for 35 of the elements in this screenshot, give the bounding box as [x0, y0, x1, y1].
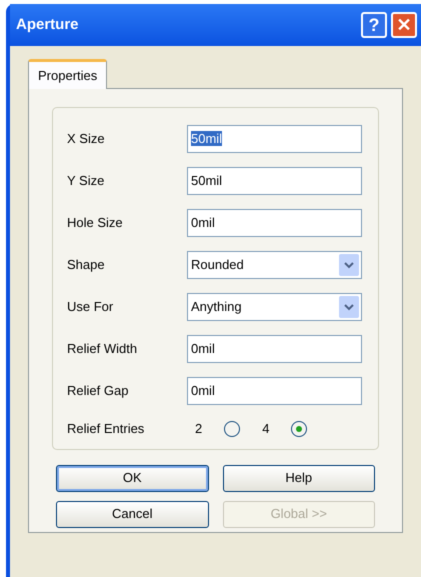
tab[interactable]: Properties [28, 59, 108, 89]
option-label: 4 [262, 420, 270, 438]
close-button[interactable]: ✕ [391, 12, 417, 38]
dialog-button[interactable]: Help [222, 464, 375, 492]
chevron-down-icon[interactable] [339, 296, 359, 318]
dialog-button[interactable]: OK [56, 464, 208, 492]
field-value: 50mil [191, 130, 224, 148]
dialog-button[interactable]: Cancel [56, 500, 208, 528]
input-field[interactable]: 0mil [187, 209, 362, 237]
dropdown[interactable]: Rounded [187, 251, 362, 279]
field-value: 50mil [191, 172, 224, 190]
field-value: 0mil [191, 340, 216, 358]
input-field[interactable]: 0mil [187, 377, 362, 405]
field-label: X Size [67, 130, 106, 148]
window-title: Aperture [16, 14, 79, 35]
help-button[interactable]: ? [361, 12, 387, 38]
field-value: 0mil [191, 382, 216, 400]
option-label: 2 [195, 420, 202, 438]
field-label: Shape [67, 256, 106, 274]
field-label: Use For [67, 298, 114, 316]
field-label: Y Size [67, 172, 106, 190]
chevron-down-icon[interactable] [339, 254, 359, 276]
field-value: 0mil [191, 214, 216, 232]
field-value: Rounded [191, 256, 245, 274]
dropdown[interactable]: Anything [187, 293, 362, 321]
field-label: Relief Entries [67, 420, 146, 438]
input-field[interactable]: 50mil [187, 167, 362, 195]
radio-button[interactable] [291, 420, 308, 437]
field-label: Relief Gap [67, 382, 130, 400]
field-label: Relief Width [67, 340, 138, 358]
input-field[interactable]: 0mil [187, 335, 362, 363]
field-label: Hole Size [67, 214, 124, 232]
radio-button[interactable] [224, 420, 240, 437]
field-value: Anything [191, 298, 243, 316]
input-field[interactable]: 50mil [187, 125, 362, 153]
